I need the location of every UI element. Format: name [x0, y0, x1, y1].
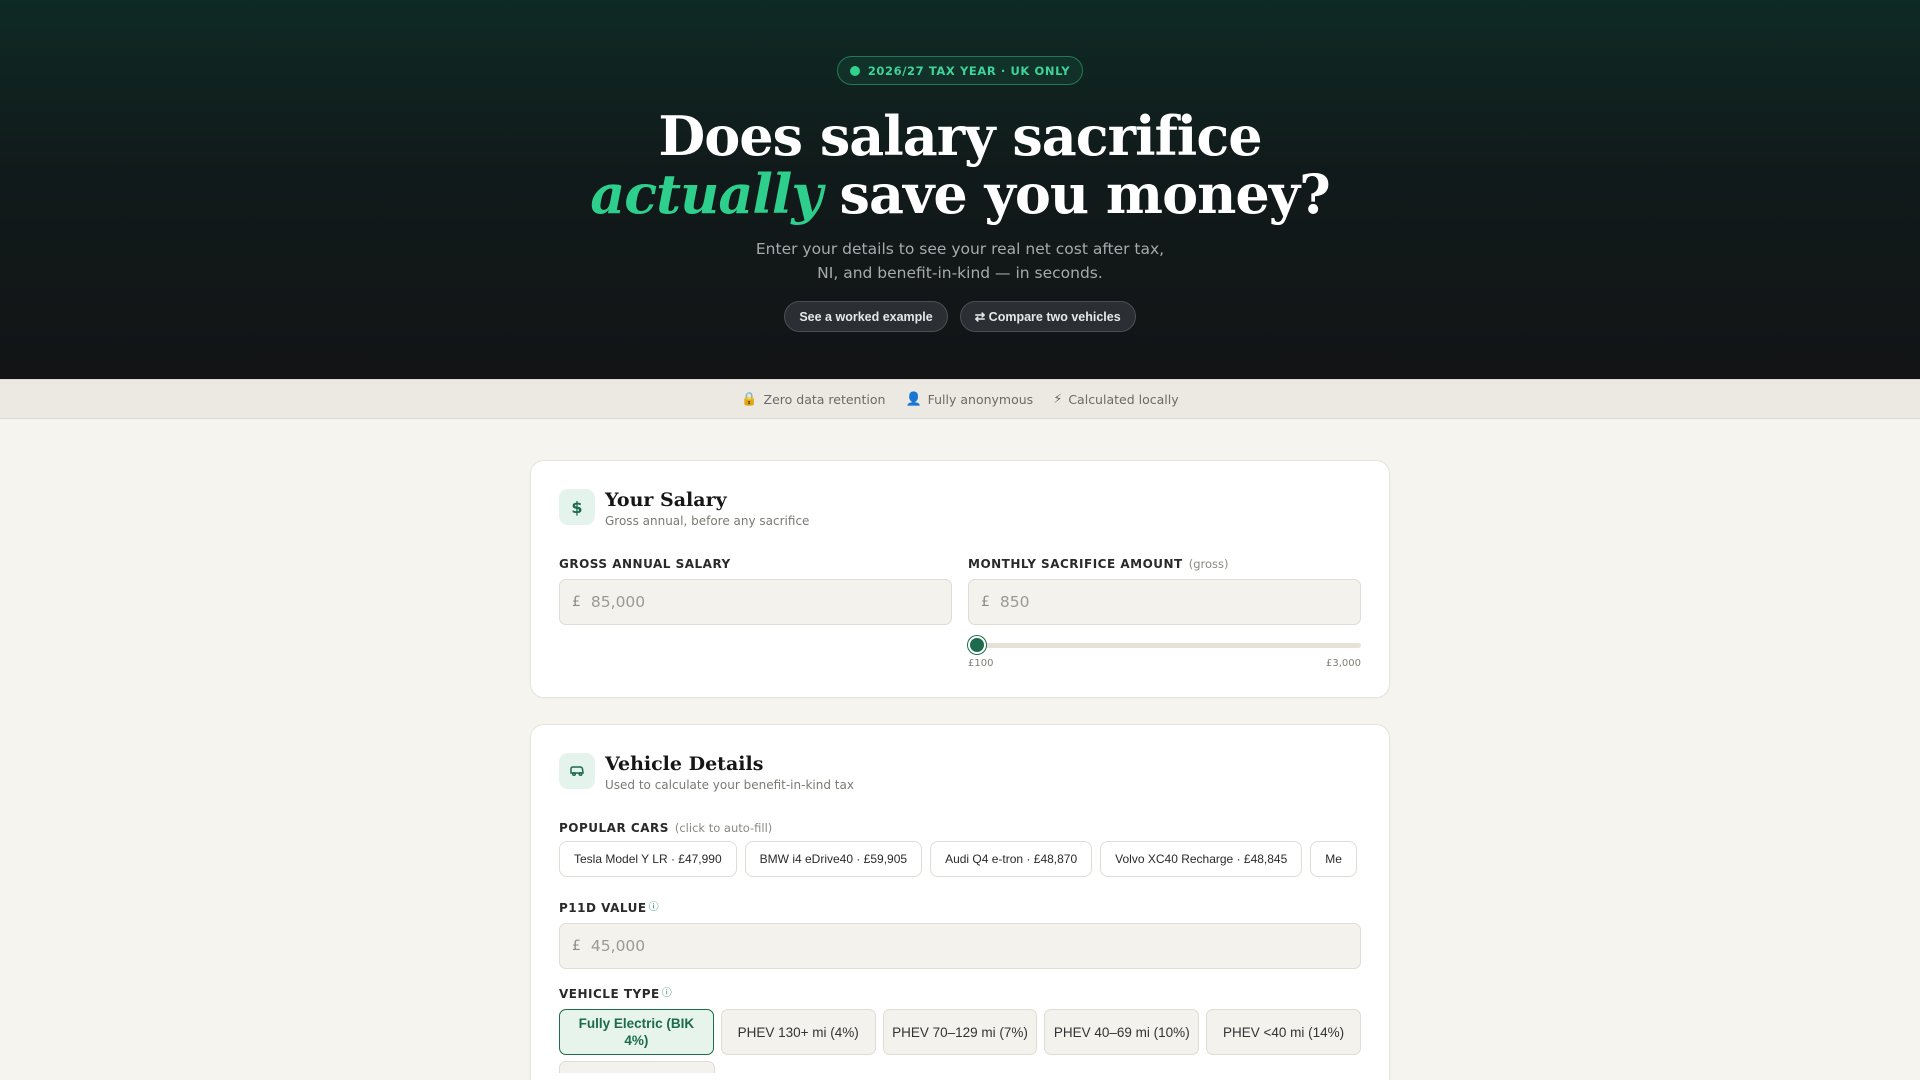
status-dot-icon [849, 65, 860, 76]
vehicle-type-field: VEHICLE TYPE ⓘ Fully Electric (BIK 4%) P… [559, 987, 1361, 1073]
vehicle-card-header: Vehicle Details Used to calculate your b… [559, 753, 1361, 792]
car-icon [559, 753, 595, 789]
salary-card-subtitle: Gross annual, before any sacrifice [605, 514, 810, 528]
popular-cars-list: Tesla Model Y LR · £47,990 BMW i4 eDrive… [559, 841, 1361, 877]
compare-vehicles-button[interactable]: ⇄ Compare two vehicles [959, 301, 1136, 332]
headline-accent: actually [590, 162, 822, 226]
trust-item-retention: 🔒 Zero data retention [741, 392, 885, 407]
salary-card-title: Your Salary [605, 489, 727, 511]
hero-section: 2026/27 TAX YEAR · UK ONLY Does salary s… [0, 0, 1920, 379]
dollar-icon: $ [559, 489, 595, 525]
vehicle-card: Vehicle Details Used to calculate your b… [530, 724, 1390, 1080]
headline-line-1: Does salary sacrifice [658, 104, 1262, 168]
car-chip-volvo[interactable]: Volvo XC40 Recharge · £48,845 [1100, 841, 1303, 877]
info-icon[interactable]: ⓘ [649, 898, 660, 913]
pound-sign: £ [981, 594, 990, 610]
type-option-phev-70[interactable]: PHEV 70–129 mi (7%) [882, 1009, 1038, 1055]
popular-cars-label: POPULAR CARS (click to auto-fill) [559, 821, 1361, 835]
tax-year-badge-label: 2026/27 TAX YEAR · UK ONLY [867, 63, 1071, 78]
slider-track[interactable] [968, 643, 1361, 648]
car-chip-tesla[interactable]: Tesla Model Y LR · £47,990 [559, 841, 737, 877]
lock-icon: 🔒 [741, 391, 758, 407]
gross-salary-placeholder: 85,000 [590, 593, 646, 611]
trust-item-local: ⚡ Calculated locally [1053, 392, 1178, 407]
sacrifice-slider[interactable] [968, 636, 1361, 654]
car-chip-audi[interactable]: Audi Q4 e-tron · £48,870 [930, 841, 1093, 877]
slider-max-label: £3,000 [1326, 658, 1361, 669]
calculator-form: $ Your Salary Gross annual, before any s… [530, 460, 1390, 1080]
type-option-phev-40[interactable]: PHEV 40–69 mi (10%) [1044, 1009, 1200, 1055]
monthly-sacrifice-placeholder: 850 [999, 593, 1030, 611]
popular-cars-section: POPULAR CARS (click to auto-fill) Tesla … [559, 821, 1361, 877]
type-option-phev-130[interactable]: PHEV 130+ mi (4%) [720, 1009, 876, 1055]
user-icon: 👤 [905, 391, 922, 407]
salary-fields-row: GROSS ANNUAL SALARY £ 85,000 MONTHLY SAC… [559, 557, 1361, 669]
p11d-label-text: P11D VALUE [559, 901, 647, 915]
vehicle-type-label: VEHICLE TYPE ⓘ [559, 987, 1361, 1001]
hero-headline: Does salary sacrifice actually save you … [590, 104, 1331, 226]
gross-salary-input[interactable]: £ 85,000 [559, 579, 952, 625]
pound-sign: £ [572, 594, 581, 610]
worked-example-button[interactable]: See a worked example [784, 301, 948, 332]
p11d-field: P11D VALUE ⓘ £ 45,000 [559, 901, 1361, 969]
popular-cars-label-text: POPULAR CARS [559, 821, 669, 835]
vehicle-type-options: Fully Electric (BIK 4%) PHEV 130+ mi (4%… [559, 1009, 1361, 1055]
headline-line-2: save you money? [839, 162, 1331, 226]
trust-item-label: Calculated locally [1068, 391, 1179, 407]
car-chip-more[interactable]: Me [1310, 841, 1357, 877]
gross-salary-label-text: GROSS ANNUAL SALARY [559, 557, 731, 571]
trust-item-anonymous: 👤 Fully anonymous [905, 392, 1033, 407]
p11d-placeholder: 45,000 [590, 937, 646, 955]
car-chip-bmw[interactable]: BMW i4 eDrive40 · £59,905 [744, 841, 923, 877]
slider-range-labels: £100 £3,000 [968, 658, 1361, 669]
monthly-sacrifice-label-text: MONTHLY SACRIFICE AMOUNT [968, 557, 1183, 571]
gross-salary-field: GROSS ANNUAL SALARY £ 85,000 [559, 557, 952, 669]
monthly-sacrifice-input[interactable]: £ 850 [968, 579, 1361, 625]
trust-item-label: Zero data retention [763, 391, 886, 407]
slider-handle[interactable] [968, 636, 986, 654]
salary-card: $ Your Salary Gross annual, before any s… [530, 460, 1390, 698]
type-option-next-row[interactable] [559, 1061, 715, 1073]
type-option-phev-under-40[interactable]: PHEV <40 mi (14%) [1206, 1009, 1361, 1055]
tax-year-badge: 2026/27 TAX YEAR · UK ONLY [836, 56, 1084, 85]
salary-card-header: $ Your Salary Gross annual, before any s… [559, 489, 1361, 528]
monthly-sacrifice-hint: (gross) [1188, 557, 1229, 571]
monthly-sacrifice-field: MONTHLY SACRIFICE AMOUNT (gross) £ 850 £… [968, 557, 1361, 669]
hero-subtext: Enter your details to see your real net … [755, 240, 1165, 282]
type-option-bev[interactable]: Fully Electric (BIK 4%) [559, 1009, 714, 1055]
trust-bar: 🔒 Zero data retention 👤 Fully anonymous … [0, 379, 1920, 419]
monthly-sacrifice-label: MONTHLY SACRIFICE AMOUNT (gross) [968, 557, 1361, 571]
vehicle-card-subtitle: Used to calculate your benefit-in-kind t… [605, 778, 854, 792]
lightning-icon: ⚡ [1053, 391, 1063, 407]
p11d-label: P11D VALUE ⓘ [559, 901, 1361, 915]
info-icon[interactable]: ⓘ [662, 984, 673, 999]
p11d-input[interactable]: £ 45,000 [559, 923, 1361, 969]
hero-actions: See a worked example ⇄ Compare two vehic… [784, 301, 1136, 332]
slider-min-label: £100 [968, 658, 994, 669]
vehicle-type-label-text: VEHICLE TYPE [559, 987, 660, 1001]
trust-item-label: Fully anonymous [927, 391, 1034, 407]
gross-salary-label: GROSS ANNUAL SALARY [559, 557, 952, 571]
popular-cars-hint: (click to auto-fill) [674, 821, 773, 835]
vehicle-card-title: Vehicle Details [605, 753, 764, 775]
pound-sign: £ [572, 938, 581, 954]
